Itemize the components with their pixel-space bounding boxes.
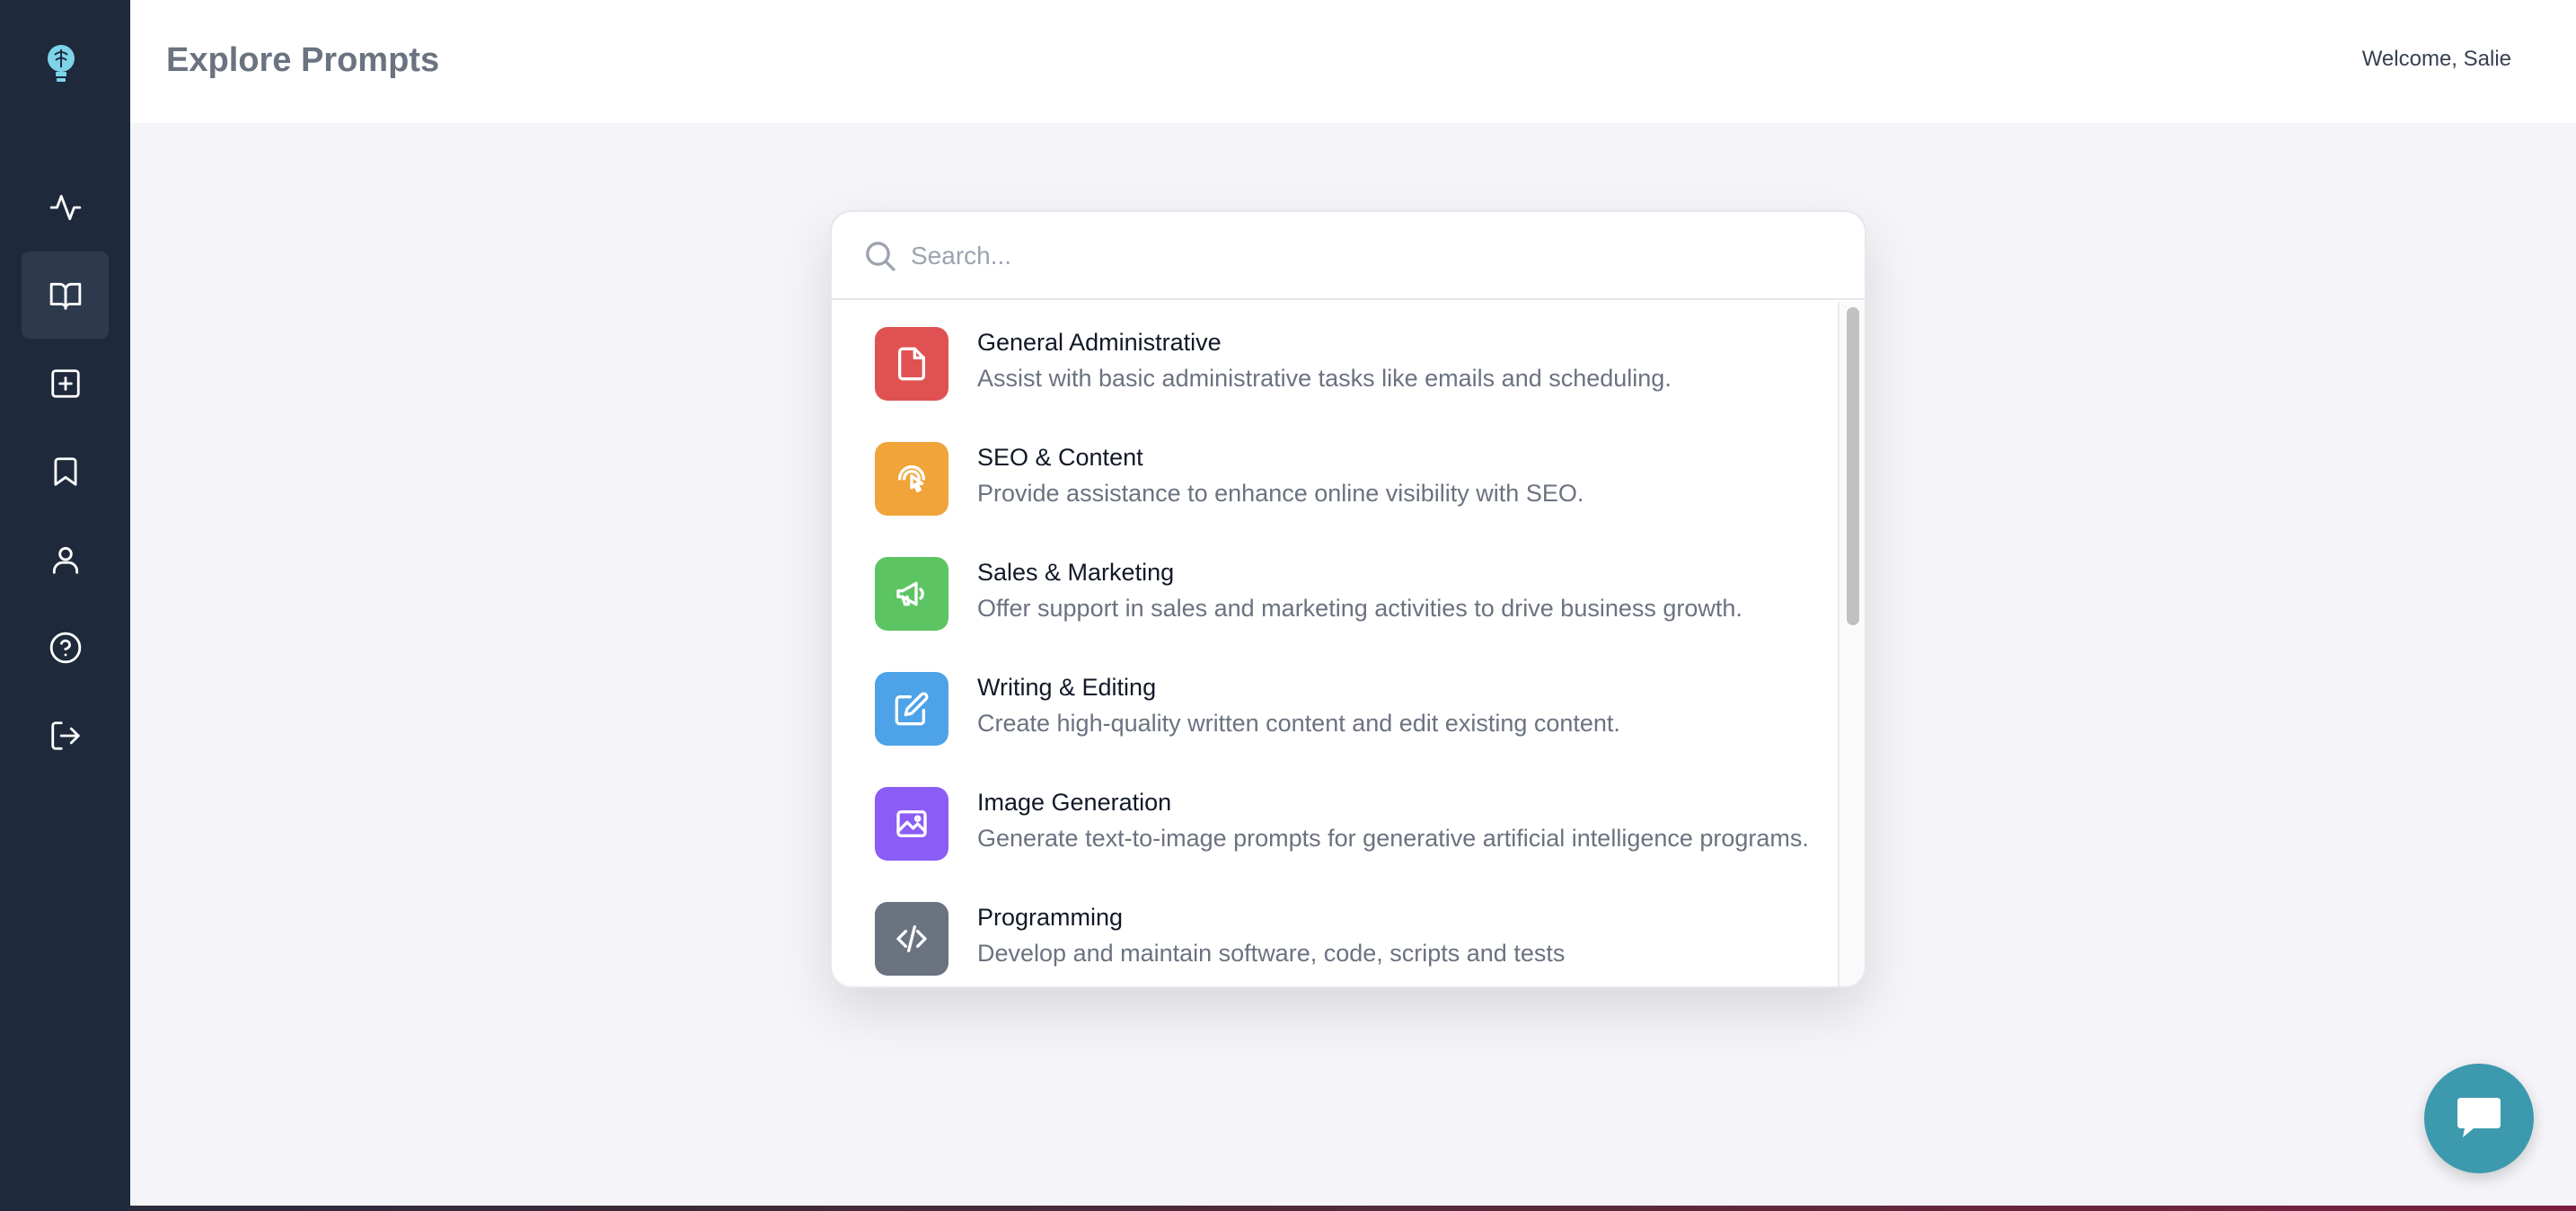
sidebar (0, 0, 130, 1211)
category-tile (875, 787, 948, 861)
category-list: General Administrative Assist with basic… (832, 302, 1841, 986)
category-tile (875, 902, 948, 976)
category-tile (875, 327, 948, 401)
logout-icon (50, 720, 80, 750)
category-description: Create high-quality written content and … (977, 710, 1620, 737)
nav-logout[interactable] (22, 692, 109, 779)
document-icon (898, 347, 925, 381)
nav-explore-prompts[interactable] (22, 252, 109, 339)
category-title: Image Generation (977, 789, 1172, 816)
category-description: Offer support in sales and marketing act… (977, 595, 1742, 622)
user-icon (52, 546, 78, 574)
bookmark-icon (53, 456, 77, 486)
category-description: Assist with basic administrative tasks l… (977, 365, 1672, 392)
pencil-square-icon (895, 692, 929, 726)
nav-bookmarks[interactable] (22, 428, 109, 515)
search-icon (862, 238, 898, 274)
nav-activity[interactable] (22, 164, 109, 251)
page-title: Explore Prompts (166, 41, 440, 79)
category-tile (875, 672, 948, 746)
category-title: Writing & Editing (977, 674, 1157, 701)
prompt-category-palette: General Administrative Assist with basic… (830, 210, 1866, 988)
search-bar (832, 212, 1865, 300)
category-tile (875, 442, 948, 516)
chat-bubble-icon (2457, 1098, 2501, 1137)
list-scrollbar[interactable] (1838, 302, 1865, 986)
code-icon (896, 925, 927, 952)
activity-icon (49, 194, 81, 220)
app-logo[interactable] (40, 41, 83, 88)
list-item-writing-editing[interactable]: Writing & Editing Create high-quality wr… (832, 672, 1841, 787)
category-title: Sales & Marketing (977, 559, 1175, 586)
list-item-sales-marketing[interactable]: Sales & Marketing Offer support in sales… (832, 557, 1841, 672)
category-description: Develop and maintain software, code, scr… (977, 940, 1566, 967)
category-description: Provide assistance to enhance online vis… (977, 480, 1584, 507)
chat-support-button[interactable] (2424, 1064, 2534, 1173)
category-title: Programming (977, 904, 1124, 931)
bottom-edge (130, 1206, 2576, 1211)
list-item-general-administrative[interactable]: General Administrative Assist with basic… (832, 327, 1841, 442)
scrollbar-thumb[interactable] (1847, 307, 1859, 625)
image-icon (896, 810, 927, 837)
megaphone-icon (896, 581, 924, 606)
nav-help[interactable] (22, 604, 109, 691)
list-item-seo-content[interactable]: SEO & Content Provide assistance to enha… (832, 442, 1841, 557)
list-item-image-generation[interactable]: Image Generation Generate text-to-image … (832, 787, 1841, 902)
nav-create-prompt[interactable] (22, 340, 109, 427)
list-item-programming[interactable]: Programming Develop and maintain softwar… (832, 902, 1841, 986)
category-description: Generate text-to-image prompts for gener… (977, 825, 1809, 852)
book-open-icon (49, 282, 81, 310)
top-header: Explore Prompts Welcome, Salie (130, 0, 2576, 123)
pointer-click-icon (898, 465, 925, 492)
welcome-text: Welcome, Salie (2361, 47, 2511, 71)
search-input[interactable] (909, 232, 1807, 280)
plus-square-icon (50, 368, 80, 398)
help-circle-icon (49, 632, 81, 663)
category-title: General Administrative (977, 329, 1222, 356)
category-tile (875, 557, 948, 631)
category-title: SEO & Content (977, 444, 1143, 471)
lightbulb-brain-icon (48, 45, 75, 82)
nav-profile[interactable] (22, 516, 109, 603)
